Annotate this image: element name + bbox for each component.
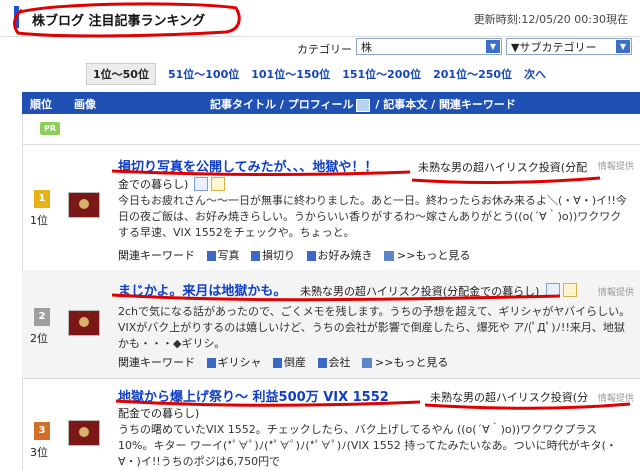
blog-thumbnail[interactable]	[68, 192, 100, 218]
keyword-icon	[206, 251, 216, 261]
keyword-text: ギリシャ	[217, 356, 262, 369]
main-column-header: 記事タイトル / プロフィール / 記事本文 / 関連キーワード	[210, 96, 516, 112]
related-keywords: 関連キーワード ギリシャ 倒産 会社 >>もっと見る	[118, 354, 448, 370]
article-title-link[interactable]: 地獄から爆上げ祭り〜 利益500万 VIX 1552	[118, 386, 389, 405]
article-body-icon[interactable]	[563, 283, 577, 297]
rank-column-header: 順位	[30, 98, 52, 111]
keywords-label: 関連キーワード	[118, 356, 195, 369]
keyword-link[interactable]: 損切り	[251, 247, 295, 263]
keyword-text: お好み焼き	[317, 249, 373, 262]
keyword-link[interactable]: 写真	[206, 247, 240, 263]
keyword-link[interactable]: 倒産	[273, 354, 306, 370]
category-label: カテゴリー	[297, 43, 352, 56]
related-keywords: 関連キーワード 写真 損切り お好み焼き >>もっと見る	[118, 247, 470, 263]
page-1-50[interactable]: 1位〜50位	[86, 63, 156, 85]
image-column-header: 画像	[74, 98, 96, 111]
row-icons	[546, 283, 577, 297]
page-151-200[interactable]: 151位〜200位	[342, 66, 421, 82]
more-text: もっと見る	[415, 249, 471, 262]
category-select-value: 株	[361, 41, 372, 54]
row-icons	[194, 177, 225, 191]
blog-name-link[interactable]: 未熟な男の超ハイリスク投資(分配金での暮らし)	[300, 283, 539, 299]
keywords-header: 関連キーワード	[438, 98, 516, 111]
article-title-link[interactable]: 損切り写真を公開してみたが、、、地獄や！！	[118, 156, 377, 175]
pr-badge[interactable]: PR	[40, 122, 60, 135]
filter-bar: カテゴリー 株 ▼ ▼サブカテゴリー ▼	[0, 38, 640, 58]
keyword-icon	[273, 358, 282, 368]
rank-3-badge-icon: 3	[34, 422, 50, 440]
article-excerpt: うちの曙めていたVIX 1552。チェックしたら、バク上げしてるやん ((o(´…	[118, 423, 617, 468]
article-excerpt: 今日もお疲れさん〜〜一日が無事に終わりました。あと一日。終わったらお休み来るよ＼…	[118, 194, 627, 239]
article-body-icon[interactable]	[211, 177, 225, 191]
keyword-icon	[206, 358, 216, 368]
more-link[interactable]: >>もっと見る	[362, 354, 448, 370]
rank-number: 3位	[30, 446, 48, 459]
keyword-icon	[317, 358, 327, 368]
subcategory-select[interactable]: ▼サブカテゴリー ▼	[506, 38, 632, 55]
ranking-row-1: 1 1位 損切り写真を公開してみたが、、、地獄や！！ 未熟な男の超ハイリスク投資…	[22, 144, 640, 271]
category-select[interactable]: 株 ▼	[356, 38, 502, 55]
profile-icon[interactable]	[546, 283, 560, 297]
profile-icon[interactable]	[194, 177, 208, 191]
table-header: 順位 画像 記事タイトル / プロフィール / 記事本文 / 関連キーワード	[22, 92, 640, 114]
article-title-link[interactable]: まじかよ。来月は地獄かも。	[118, 280, 286, 299]
blog-thumbnail[interactable]	[68, 420, 100, 446]
blog-name-link[interactable]: 未熟な男の超ハイリスク投資(分配	[418, 159, 587, 175]
keyword-icon	[306, 251, 316, 261]
blog-name-link-cont[interactable]: 配金での暮らし)	[118, 405, 199, 421]
page-101-150[interactable]: 101位〜150位	[251, 66, 330, 82]
rank-1-badge-icon: 1	[34, 190, 50, 208]
keyword-text: 写真	[217, 249, 240, 262]
title-header: 記事タイトル	[210, 98, 276, 111]
more-icon	[362, 358, 372, 368]
blog-thumbnail[interactable]	[68, 310, 100, 336]
more-text: もっと見る	[393, 356, 449, 369]
page-title: 株ブログ 注目記事ランキング	[32, 14, 206, 29]
info-provided-label: 情報提供	[597, 162, 634, 172]
update-time: 更新時刻:12/05/20 00:30現在	[473, 13, 628, 26]
profile-header: プロフィール	[287, 98, 354, 111]
keyword-link[interactable]: ギリシャ	[206, 354, 262, 370]
ranking-row-3: 3 3位 地獄から爆上げ祭り〜 利益500万 VIX 1552 未熟な男の超ハイ…	[22, 378, 640, 470]
keyword-text: 倒産	[284, 356, 306, 369]
info-provided-label: 情報提供	[597, 288, 634, 298]
left-gutter	[0, 114, 23, 470]
keyword-link[interactable]: 会社	[317, 354, 351, 370]
blog-name-link[interactable]: 未熟な男の超ハイリスク投資(分	[430, 389, 588, 405]
pagination: 1位〜50位 51位〜100位 101位〜150位 151位〜200位 201位…	[86, 63, 546, 85]
keyword-icon	[251, 251, 260, 261]
page-51-100[interactable]: 51位〜100位	[168, 66, 239, 82]
separator: /	[431, 98, 436, 111]
pr-row: PR	[22, 114, 640, 145]
more-link[interactable]: >>もっと見る	[384, 247, 470, 263]
keyword-text: 損切り	[262, 249, 295, 262]
rank-2-badge-icon: 2	[34, 308, 50, 326]
chevron-down-icon: ▼	[616, 40, 630, 53]
more-icon	[384, 251, 394, 261]
chevron-down-icon: ▼	[486, 40, 500, 53]
body-header: 記事本文	[383, 98, 428, 111]
page-201-250[interactable]: 201位〜250位	[433, 66, 512, 82]
separator: /	[279, 98, 284, 111]
separator: /	[375, 98, 380, 111]
info-provided-label: 情報提供	[597, 394, 634, 404]
subcategory-select-value: ▼サブカテゴリー	[511, 41, 597, 54]
keyword-link[interactable]: お好み焼き	[306, 247, 373, 263]
keywords-label: 関連キーワード	[118, 249, 195, 262]
profile-icon	[355, 98, 370, 112]
blog-name-link-cont[interactable]: 金での暮らし)	[118, 176, 188, 192]
next-page-link[interactable]: 次へ	[524, 66, 546, 82]
article-excerpt: 2chで気になる話があったので、ごくメモを残します。うちの予想を超えて、ギリシャ…	[118, 305, 631, 350]
title-accent-bar	[14, 6, 19, 28]
ranking-row-2: 2 2位 まじかよ。来月は地獄かも。 未熟な男の超ハイリスク投資(分配金での暮ら…	[22, 270, 640, 379]
header-bar: 株ブログ 注目記事ランキング 更新時刻:12/05/20 00:30現在	[0, 0, 640, 37]
rank-number: 1位	[30, 214, 48, 227]
keyword-text: 会社	[328, 356, 351, 369]
rank-number: 2位	[30, 332, 48, 345]
